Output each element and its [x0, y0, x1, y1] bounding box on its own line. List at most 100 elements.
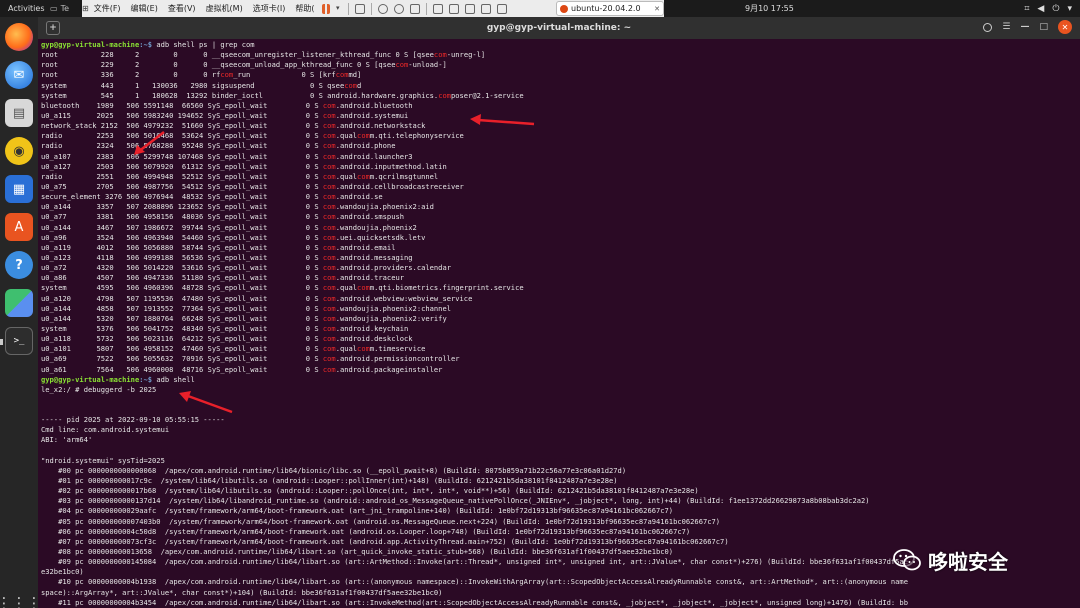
menu-arrow-icon[interactable]: ▾ — [1067, 4, 1072, 14]
close-icon[interactable]: ✕ — [1058, 20, 1072, 34]
grep-match: com — [322, 222, 336, 232]
line-text: -unload-] — [408, 60, 447, 70]
line-text: u0_a107 2383 506 5299748 107468 SyS_epol… — [41, 151, 323, 161]
grep-match: com — [357, 283, 370, 293]
line-text: secure_element 3276 506 4976944 48532 Sy… — [41, 192, 323, 202]
line-text: .android.bluetooth — [335, 100, 413, 110]
line-text: #11 pc 00000000004b3454 /apex/com.androi… — [41, 597, 908, 607]
terminal-line: space)::ArgArray*, art::JValue*, char co… — [41, 588, 1077, 598]
terminal-titlebar[interactable]: + gyp@gyp-virtual-machine: ~ ☰ — □ ✕ — [38, 17, 1080, 39]
terminal-line: u0_a75 2705 506 4987756 54512 SyS_epoll_… — [41, 182, 1077, 192]
dropdown-icon[interactable]: ▾ — [336, 4, 342, 14]
terminal-line: le_x2:/ # debuggerd -b 2025 — [41, 385, 1077, 395]
menu-file[interactable]: 文件(F) — [89, 3, 126, 14]
terminal-line: secure_element 3276 506 4976944 48532 Sy… — [41, 192, 1077, 202]
maximize-icon[interactable]: □ — [1039, 22, 1048, 32]
grep-match: com — [322, 283, 336, 293]
restore-snapshot-icon[interactable] — [394, 3, 404, 14]
manage-snapshots-icon[interactable] — [410, 3, 420, 14]
grep-match: com — [322, 192, 336, 202]
prompt-user: gyp@gyp-virtual-machine — [41, 40, 140, 49]
pause-icon[interactable] — [322, 3, 330, 14]
line-text: .uei.quicksetsdk.letv — [335, 232, 426, 242]
volume-icon[interactable]: ◀ — [1037, 4, 1044, 14]
terminal-line: u0_a144 3467 507 1986672 99744 SyS_epoll… — [41, 223, 1077, 233]
firefox-icon[interactable] — [5, 23, 33, 51]
console-view-icon[interactable] — [497, 3, 507, 14]
extra-app-icon[interactable] — [5, 289, 33, 317]
menu-edit[interactable]: 编辑(E) — [126, 3, 163, 14]
terminal-title: gyp@gyp-virtual-machine: ~ — [486, 23, 632, 33]
grep-match: com — [322, 232, 336, 242]
files-icon[interactable]: ▤ — [5, 99, 33, 127]
activities-button[interactable]: Activities — [0, 4, 50, 13]
line-text: radio 2324 506 5768288 95248 SyS_epoll_w… — [41, 141, 323, 151]
line-text: -unreg-l] — [446, 50, 486, 60]
line-text: root 229 2 0 0 __qseecom_unload_app_kthr… — [41, 60, 396, 70]
prompt-path: :~$ — [139, 40, 153, 49]
line-text: .android.systemui — [335, 110, 409, 120]
thunderbird-icon[interactable]: ✉ — [5, 61, 33, 89]
stretch-icon[interactable] — [481, 3, 491, 14]
menu-vm[interactable]: 虚拟机(M) — [201, 3, 248, 14]
unity-icon[interactable] — [465, 3, 475, 14]
terminal-line: radio 2551 506 4994948 52512 SyS_epoll_w… — [41, 172, 1077, 182]
line-text: #02 pc 0000000000017b68 /system/lib64/li… — [41, 486, 699, 496]
line-text: .wandoujia.phoenix2 — [335, 222, 417, 232]
new-tab-icon[interactable]: + — [46, 21, 60, 35]
grep-match: com — [438, 90, 451, 100]
minimize-icon[interactable]: — — [1020, 22, 1029, 32]
close-tab-icon[interactable]: ✕ — [654, 5, 660, 13]
line-text: u0_a144 3467 507 1986672 99744 SyS_epoll… — [41, 222, 323, 232]
grep-match: com — [322, 313, 336, 323]
terminal-line: u0_a77 3381 506 4958156 48036 SyS_epoll_… — [41, 212, 1077, 222]
display-icon[interactable] — [355, 3, 365, 14]
line-text: system 545 1 180628 13292 binder_ioctl 0… — [41, 90, 439, 100]
pin-icon[interactable]: ⊞ — [82, 4, 89, 13]
app-menu[interactable]: ▭ Te — [50, 4, 80, 13]
app-menu-label: Te — [60, 4, 70, 13]
line-text: .android.traceur — [335, 273, 405, 283]
line-text: le_x2:/ # debuggerd -b 2025 — [41, 384, 157, 394]
terminal-line: u0_a119 4012 506 5056880 58744 SyS_epoll… — [41, 243, 1077, 253]
vm-tab-label: ubuntu-20.04.2.0 — [571, 4, 641, 13]
console-icon[interactable] — [433, 3, 443, 14]
writer-icon[interactable]: ▦ — [5, 175, 33, 203]
search-icon[interactable] — [983, 22, 993, 32]
line-text: #00 pc 0000000000000068 /apex/com.androi… — [41, 465, 627, 475]
line-text: .android.permissioncontroller — [335, 354, 460, 364]
line-text: .wandoujia.phoenix2:verify — [335, 313, 447, 323]
terminal-icon[interactable]: >_ — [5, 327, 33, 355]
help-icon[interactable]: ? — [5, 251, 33, 279]
app-grid-icon[interactable]: ⋮⋮⋮ — [0, 589, 42, 608]
terminal-line: u0_a120 4798 507 1195536 47480 SyS_epoll… — [41, 294, 1077, 304]
grep-match: com — [357, 344, 370, 354]
host-top-bar: Activities ▭ Te ⊞ 文件(F) 编辑(E) 查看(V) 虚拟机(… — [0, 0, 1080, 17]
fullscreen-icon[interactable] — [449, 3, 459, 14]
prompt-path: :~$ — [139, 374, 153, 384]
line-text: poser@2.1-service — [451, 90, 524, 100]
terminal-line: #03 pc 00000000000137d14 /system/lib64/l… — [41, 496, 1077, 506]
terminal-line: u0_a144 4858 507 1913552 77364 SyS_epoll… — [41, 304, 1077, 314]
line-text: u0_a61 7564 506 4960008 48716 SyS_epoll_… — [41, 364, 323, 374]
line-text: #06 pc 00000000004c50d8 /system/framewor… — [41, 526, 691, 536]
clock[interactable]: 9月10 17:55 — [745, 0, 794, 17]
software-icon[interactable]: A — [5, 213, 33, 241]
hamburger-menu-icon[interactable]: ☰ — [1002, 22, 1010, 32]
line-text: .android.messaging — [335, 252, 413, 262]
terminal-output[interactable]: gyp@gyp-virtual-machine:~$ adb shell ps … — [38, 39, 1080, 608]
menu-view[interactable]: 查看(V) — [163, 3, 201, 14]
line-text: space)::ArgArray*, art::JValue*, char co… — [41, 587, 443, 597]
terminal-line: u0_a101 5807 506 4958152 47460 SyS_epoll… — [41, 344, 1077, 354]
snapshot-icon[interactable] — [378, 3, 388, 14]
rhythmbox-icon[interactable]: ◉ — [5, 137, 33, 165]
grep-match: com — [322, 100, 336, 110]
terminal-line: system 5376 506 5041752 48340 SyS_epoll_… — [41, 324, 1077, 334]
grep-match: com — [322, 202, 336, 212]
vm-tab[interactable]: ubuntu-20.04.2.0 ✕ — [556, 1, 664, 16]
line-text: u0_a69 7522 506 5055632 70916 SyS_epoll_… — [41, 354, 323, 364]
power-icon[interactable]: ⏻ — [1052, 4, 1059, 14]
menu-tabs[interactable]: 选项卡(I) — [248, 3, 291, 14]
network-icon[interactable]: ⌗ — [1024, 4, 1029, 14]
line-text: u0_a123 4118 506 4999188 56536 SyS_epoll… — [41, 252, 323, 262]
